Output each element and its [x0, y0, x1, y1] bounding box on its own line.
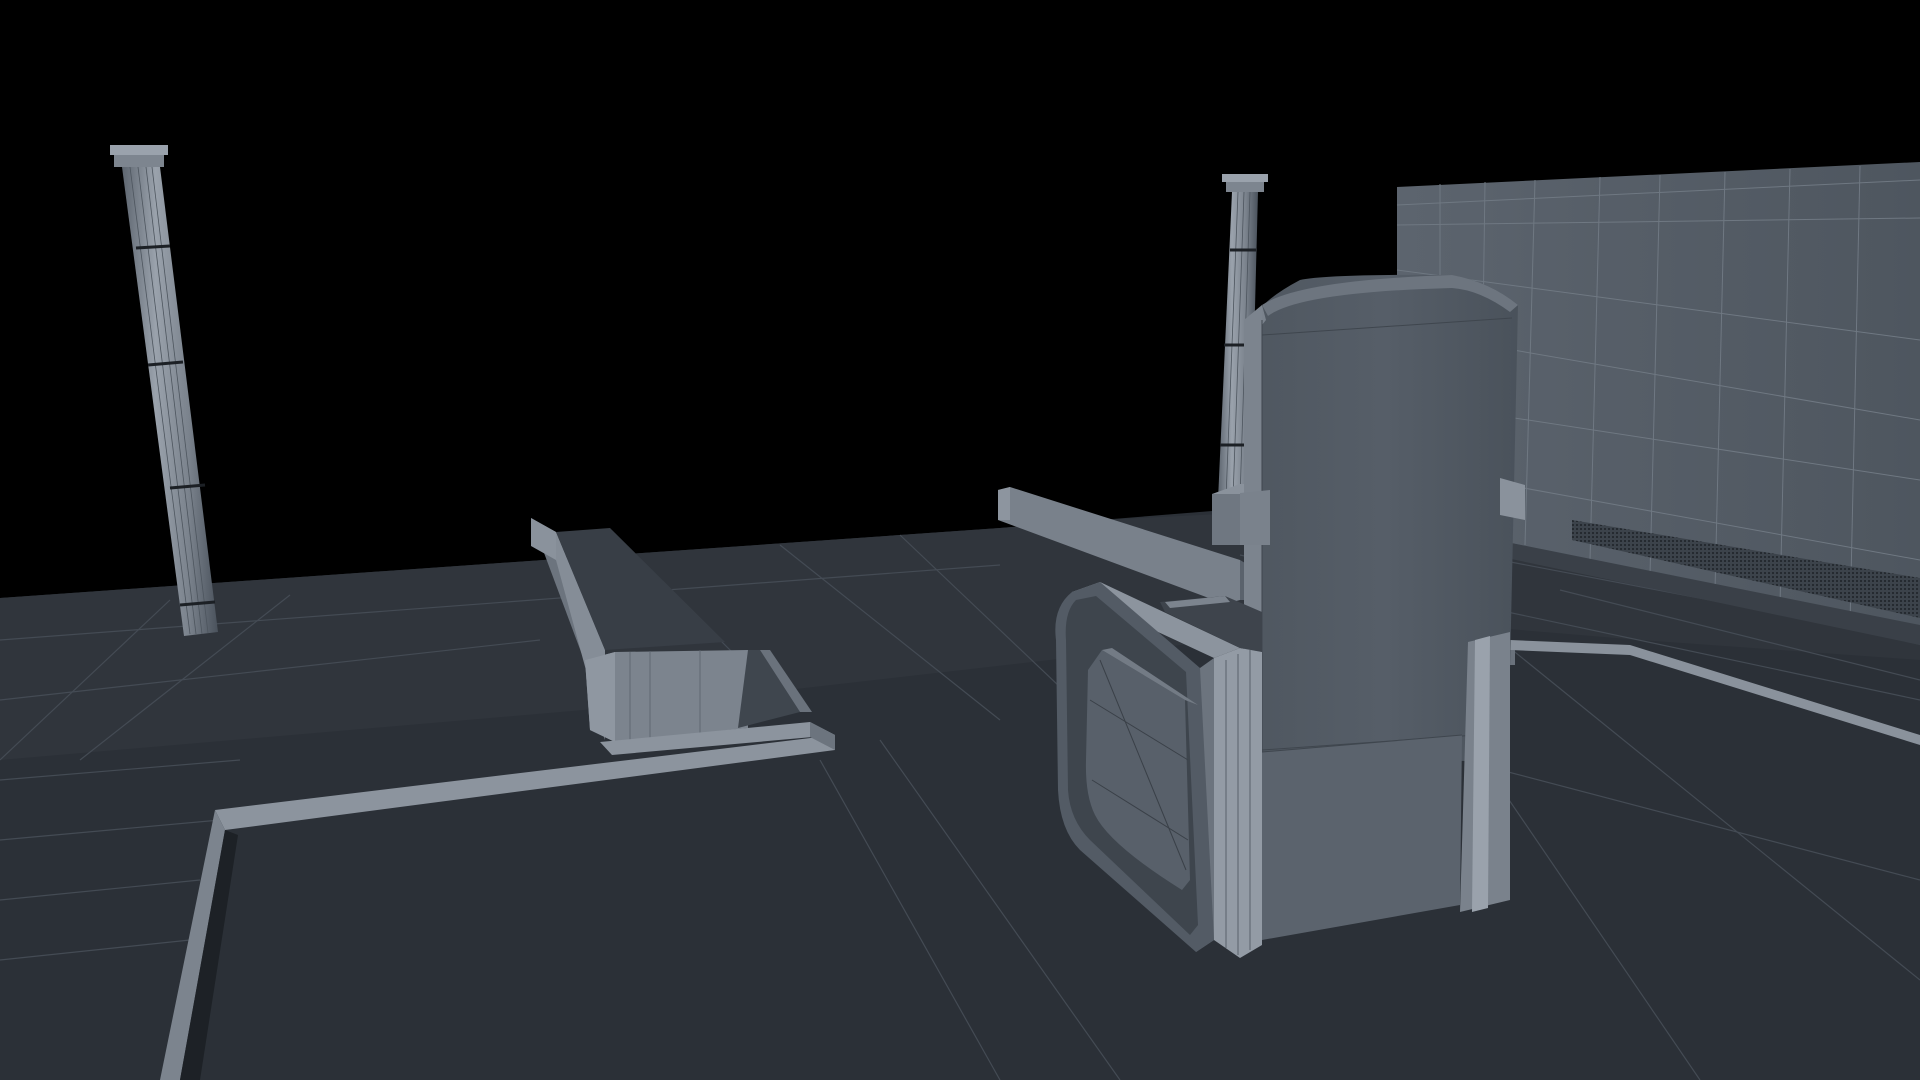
floor-plane [0, 505, 1920, 1080]
3d-viewport[interactable] [0, 0, 1920, 1080]
viewport-canvas [0, 0, 1920, 1080]
